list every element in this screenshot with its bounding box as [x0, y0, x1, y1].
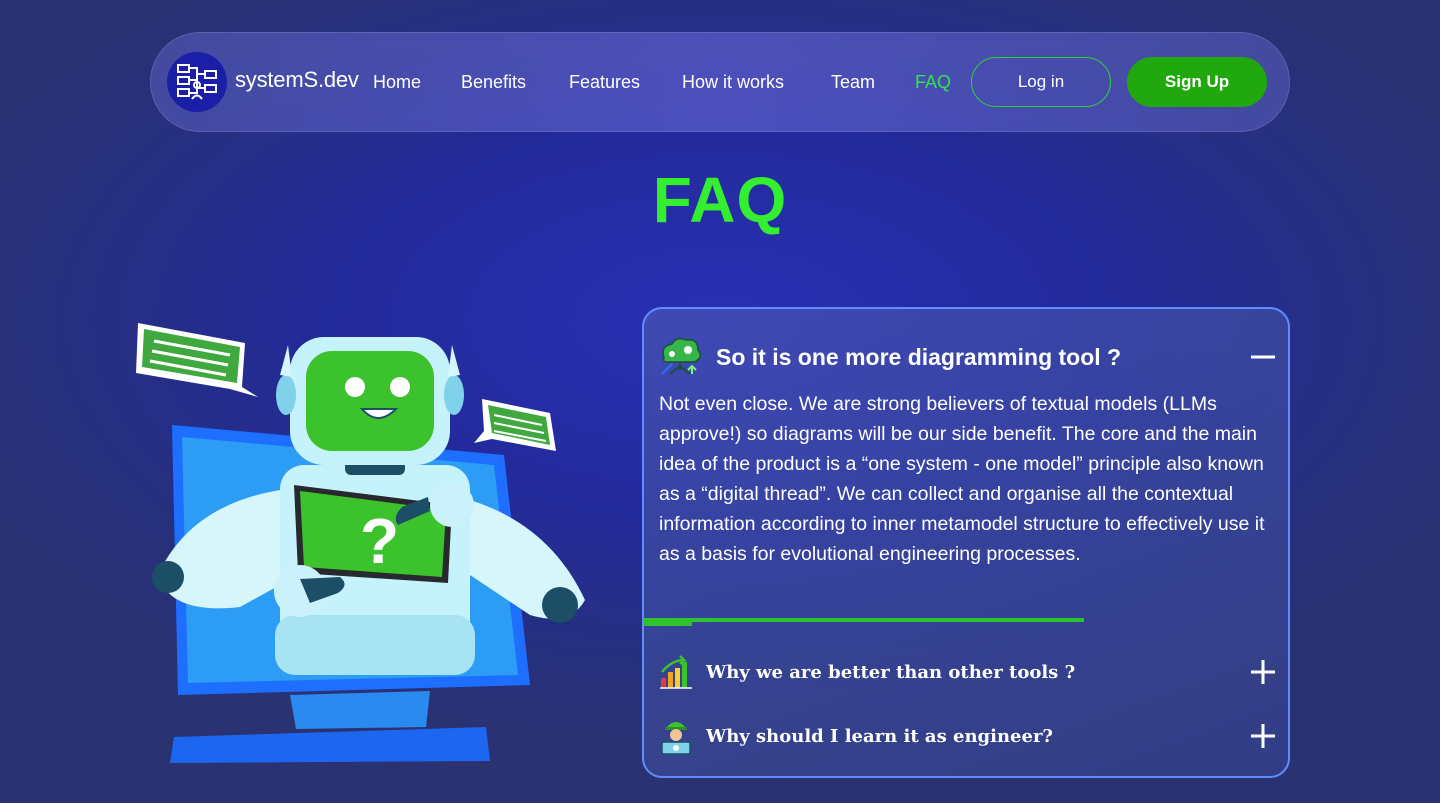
faq-question-2[interactable]: Why we are better than other tools ? [658, 650, 1278, 694]
faq-question-3-text: Why should I learn it as engineer? [706, 725, 1053, 747]
robot-head-icon [276, 337, 464, 465]
nav-link-benefits[interactable]: Benefits [461, 72, 526, 93]
faq-accordion: So it is one more diagramming tool ? Not… [642, 307, 1290, 778]
nav-link-home[interactable]: Home [373, 72, 421, 93]
logo-badge[interactable] [167, 52, 227, 112]
faq-answer-1: Not even close. We are strong believers … [659, 393, 1265, 565]
nav-link-how-it-works[interactable]: How it works [682, 72, 784, 93]
autoplay-progress-fill [644, 618, 693, 626]
expand-plus-icon[interactable] [1248, 714, 1278, 758]
nav-link-faq[interactable]: FAQ [915, 72, 951, 93]
nav-link-features[interactable]: Features [569, 72, 640, 93]
faq-question-1[interactable]: So it is one more diagramming tool ? [658, 335, 1278, 379]
signup-button[interactable]: Sign Up [1127, 57, 1267, 107]
diagram-blocks-icon [177, 64, 217, 100]
robot-illustration: ? [136, 323, 585, 763]
brand-name[interactable]: systemS.dev [235, 67, 359, 93]
speech-bubble-right-icon [474, 399, 556, 451]
expand-plus-icon[interactable] [1248, 650, 1278, 694]
autoplay-progress-track [644, 618, 1084, 622]
nav-link-team[interactable]: Team [831, 72, 875, 93]
collapse-minus-icon[interactable] [1248, 335, 1278, 379]
faq-question-3[interactable]: Why should I learn it as engineer? [658, 714, 1278, 758]
growth-chart-icon [660, 655, 692, 689]
page-title: FAQ [652, 164, 788, 236]
faq-question-2-text: Why we are better than other tools ? [706, 661, 1076, 683]
top-nav: systemS.dev Home Benefits Features How i… [150, 32, 1290, 132]
speech-bubble-left-icon [136, 323, 258, 397]
faq-question-1-text: So it is one more diagramming tool ? [716, 343, 1122, 370]
login-button[interactable]: Log in [971, 57, 1111, 107]
engineer-laptop-icon [661, 722, 691, 755]
tree-network-icon [661, 337, 701, 375]
svg-text:?: ? [360, 505, 399, 577]
